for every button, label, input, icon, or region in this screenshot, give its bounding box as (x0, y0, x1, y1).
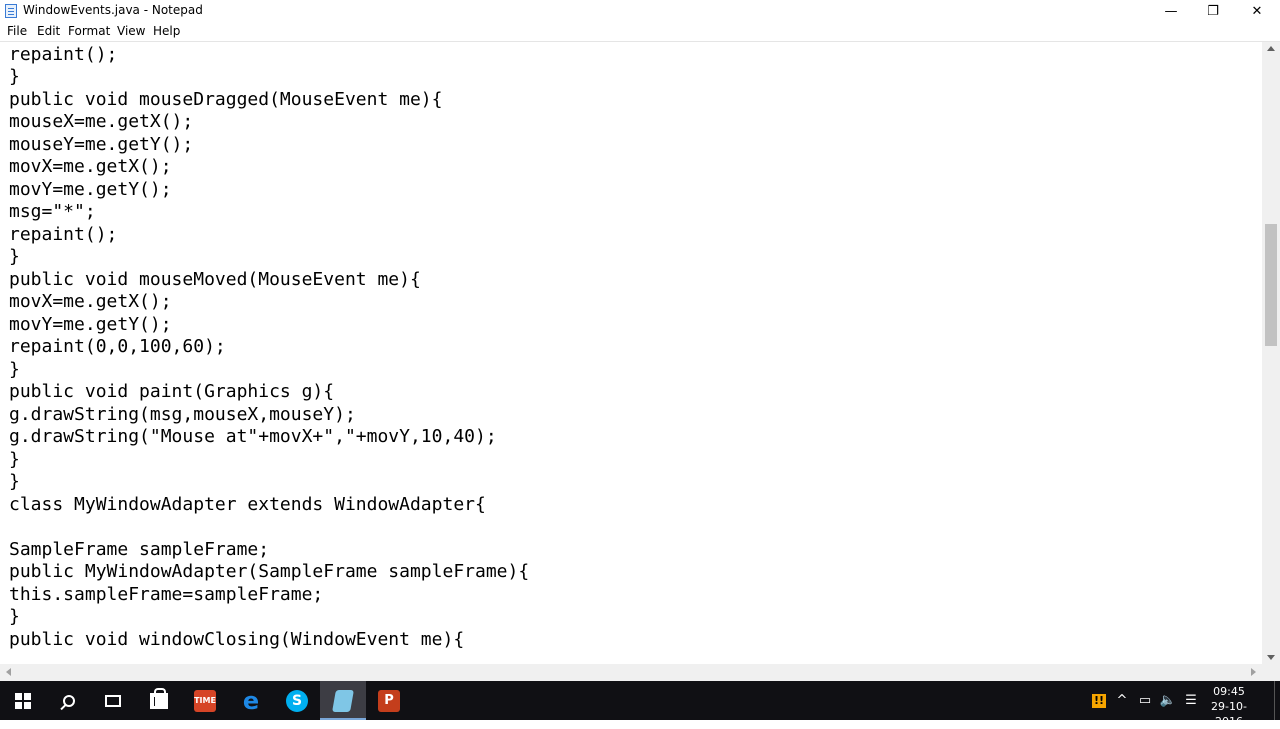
volume-icon: 🔈 (1159, 693, 1177, 708)
code-line: public MyWindowAdapter(SampleFrame sampl… (9, 561, 530, 582)
code-line: public void paint(Graphics g){ (9, 381, 335, 402)
taskbar-app-powerpoint[interactable]: P (366, 681, 412, 720)
battery-icon: ▭ (1138, 693, 1152, 708)
store-button[interactable] (136, 681, 182, 720)
edge-icon: e (242, 686, 260, 715)
code-line: movX=me.getX(); (9, 291, 172, 312)
store-icon (150, 687, 168, 709)
title-bar: WindowEvents.java - Notepad — ❐ ✕ (0, 0, 1280, 22)
skype-icon: S (286, 689, 308, 712)
menu-help[interactable]: Help (153, 24, 180, 38)
code-line: } (9, 606, 20, 627)
scroll-right-arrow-icon[interactable] (1251, 668, 1256, 676)
code-line: movY=me.getY(); (9, 179, 172, 200)
scrollbar-corner (1262, 664, 1280, 681)
notepad-icon (332, 689, 354, 712)
chevron-up-icon: ^ (1116, 693, 1128, 708)
code-line: SampleFrame sampleFrame; (9, 539, 270, 560)
vertical-scrollbar[interactable] (1262, 42, 1280, 664)
powerpoint-icon: P (378, 689, 400, 712)
calculator-app-icon: TIME (194, 689, 216, 712)
menu-view[interactable]: View (117, 24, 145, 38)
scroll-down-arrow-icon[interactable] (1267, 655, 1275, 660)
horizontal-scrollbar[interactable] (0, 664, 1262, 681)
code-line: } (9, 246, 20, 267)
show-hidden-icons-button[interactable]: ^ (1113, 681, 1131, 720)
code-line: } (9, 471, 20, 492)
clock-date: 29-10-2016 (1211, 700, 1247, 728)
windows-logo-icon (15, 692, 31, 709)
code-line: repaint(); (9, 44, 118, 65)
code-line: g.drawString(msg,mouseX,mouseY); (9, 404, 356, 425)
notepad-app-icon[interactable] (5, 4, 17, 18)
search-icon (63, 694, 75, 707)
text-editor[interactable]: repaint(); } public void mouseDragged(Mo… (0, 42, 1262, 664)
task-view-icon (105, 694, 121, 707)
code-line: public void mouseMoved(MouseEvent me){ (9, 269, 421, 290)
code-line: msg="*"; (9, 201, 96, 222)
code-line: movY=me.getY(); (9, 314, 172, 335)
code-line: public void mouseDragged(MouseEvent me){ (9, 89, 443, 110)
code-line: repaint(0,0,100,60); (9, 336, 226, 357)
scroll-left-arrow-icon[interactable] (6, 668, 11, 676)
taskbar: TIME e S P !! ^ ▭ 🔈 ☰ 09:45 29-10-2016 (0, 681, 1280, 728)
code-line: repaint(); (9, 224, 118, 245)
code-line: public void windowClosing(WindowEvent me… (9, 629, 465, 650)
search-button[interactable] (46, 681, 92, 720)
window-title: WindowEvents.java - Notepad (23, 3, 203, 17)
menu-bar: File Edit Format View Help (0, 22, 1280, 42)
notifications-icon: ☰ (1185, 693, 1197, 708)
tray-warning-button[interactable]: !! (1087, 681, 1111, 720)
taskbar-app-calculator[interactable]: TIME (182, 681, 228, 720)
code-line: } (9, 359, 20, 380)
code-line: movX=me.getX(); (9, 156, 172, 177)
code-line: mouseY=me.getY(); (9, 134, 194, 155)
scroll-up-arrow-icon[interactable] (1267, 46, 1275, 51)
clock-time: 09:45 (1213, 685, 1245, 698)
menu-edit[interactable]: Edit (37, 24, 60, 38)
menu-format[interactable]: Format (68, 24, 110, 38)
code-line: mouseX=me.getX(); (9, 111, 194, 132)
clock[interactable]: 09:45 29-10-2016 (1203, 684, 1255, 729)
volume-button[interactable]: 🔈 (1158, 681, 1178, 720)
vertical-scroll-thumb[interactable] (1265, 224, 1277, 346)
task-view-button[interactable] (90, 681, 136, 720)
menu-file[interactable]: File (7, 24, 27, 38)
battery-button[interactable]: ▭ (1135, 681, 1155, 720)
show-desktop-button[interactable] (1274, 681, 1280, 720)
code-line: } (9, 66, 20, 87)
close-button[interactable]: ✕ (1234, 0, 1280, 22)
start-button[interactable] (0, 681, 46, 720)
taskbar-app-notepad[interactable] (320, 681, 366, 720)
taskbar-app-skype[interactable]: S (274, 681, 320, 720)
code-line: g.drawString("Mouse at"+movX+","+movY,10… (9, 426, 497, 447)
code-line: this.sampleFrame=sampleFrame; (9, 584, 324, 605)
action-center-button[interactable]: ☰ (1181, 681, 1201, 720)
restore-button[interactable]: ❐ (1190, 0, 1236, 22)
minimize-button[interactable]: — (1148, 0, 1194, 22)
code-line: } (9, 449, 20, 470)
warning-icon: !! (1092, 693, 1106, 708)
taskbar-app-edge[interactable]: e (228, 681, 274, 720)
code-line: class MyWindowAdapter extends WindowAdap… (9, 494, 486, 515)
